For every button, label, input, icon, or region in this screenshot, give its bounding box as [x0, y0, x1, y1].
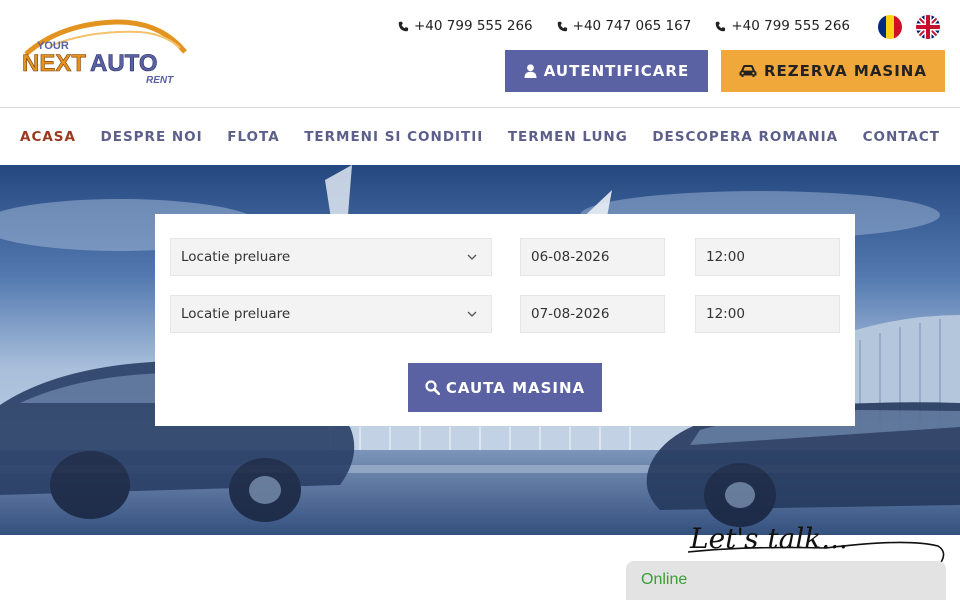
phone-number-text: +40 747 065 167 [572, 18, 692, 34]
car-icon [739, 65, 757, 77]
phone-icon [557, 21, 567, 31]
return-location-value: Locatie preluare [181, 306, 291, 322]
logo-next-text: NEXT [22, 50, 86, 77]
chat-headline[interactable]: Let's talk... [686, 512, 948, 568]
phone-icon [398, 21, 409, 31]
phone-icon [716, 21, 726, 31]
login-button[interactable]: AUTENTIFICARE [505, 50, 708, 92]
uk-flag-icon[interactable] [916, 15, 940, 39]
pickup-date-input[interactable]: 06-08-2026 [520, 238, 665, 276]
logo[interactable]: YOUR NEXT AUTO RENT [20, 16, 188, 90]
nav-item-contact[interactable]: CONTACT [863, 129, 940, 145]
login-button-label: AUTENTIFICARE [543, 62, 690, 80]
phone-number-3[interactable]: +40 799 555 266 [715, 18, 850, 34]
pickup-time-input[interactable]: 12:00 [695, 238, 840, 276]
chevron-down-icon [467, 254, 477, 260]
book-car-button-label: REZERVA MASINA [764, 62, 927, 80]
nav-item-flota[interactable]: FLOTA [227, 129, 279, 145]
search-car-button[interactable]: CAUTA MASINA [408, 363, 602, 412]
book-car-button[interactable]: REZERVA MASINA [721, 50, 945, 92]
return-time-value: 12:00 [706, 306, 745, 322]
phone-list: +40 799 555 266 +40 747 065 167 +40 799 … [398, 18, 850, 34]
phone-number-1[interactable]: +40 799 555 266 [398, 18, 533, 34]
pickup-location-select[interactable]: Locatie preluare [170, 238, 492, 276]
pickup-time-value: 12:00 [706, 249, 745, 265]
return-date-value: 07-08-2026 [531, 306, 610, 322]
phone-number-text: +40 799 555 266 [731, 18, 850, 34]
logo-rent-text: RENT [146, 75, 174, 86]
nav-item-despre-noi[interactable]: DESPRE NOI [101, 129, 203, 145]
nav-item-descopera-romania[interactable]: DESCOPERA ROMANIA [652, 129, 838, 145]
pickup-date-value: 06-08-2026 [531, 249, 610, 265]
logo-auto-text: AUTO [90, 50, 158, 77]
search-car-button-label: CAUTA MASINA [445, 378, 586, 397]
return-time-input[interactable]: 12:00 [695, 295, 840, 333]
pickup-location-value: Locatie preluare [181, 249, 291, 265]
site-header: YOUR NEXT AUTO RENT +40 799 555 266 +40 … [0, 0, 960, 108]
chevron-down-icon [467, 311, 477, 317]
nav-item-termeni-si-conditii[interactable]: TERMENI SI CONDITII [304, 129, 483, 145]
nav-item-acasa[interactable]: ACASA [20, 129, 76, 145]
main-nav: ACASA DESPRE NOI FLOTA TERMENI SI CONDIT… [0, 109, 960, 165]
car-search-form: Locatie preluare 06-08-2026 12:00 Locati… [155, 214, 855, 426]
romania-flag-icon[interactable] [878, 15, 902, 39]
nav-item-termen-lung[interactable]: TERMEN LUNG [508, 129, 628, 145]
return-date-input[interactable]: 07-08-2026 [520, 295, 665, 333]
search-icon [425, 380, 440, 395]
phone-number-2[interactable]: +40 747 065 167 [557, 18, 692, 34]
chat-status-text: Online [641, 571, 688, 588]
chat-status-bar[interactable]: Online [626, 561, 946, 600]
return-location-select[interactable]: Locatie preluare [170, 295, 492, 333]
language-switcher [878, 15, 940, 39]
phone-number-text: +40 799 555 266 [413, 18, 533, 34]
user-icon [524, 64, 537, 78]
